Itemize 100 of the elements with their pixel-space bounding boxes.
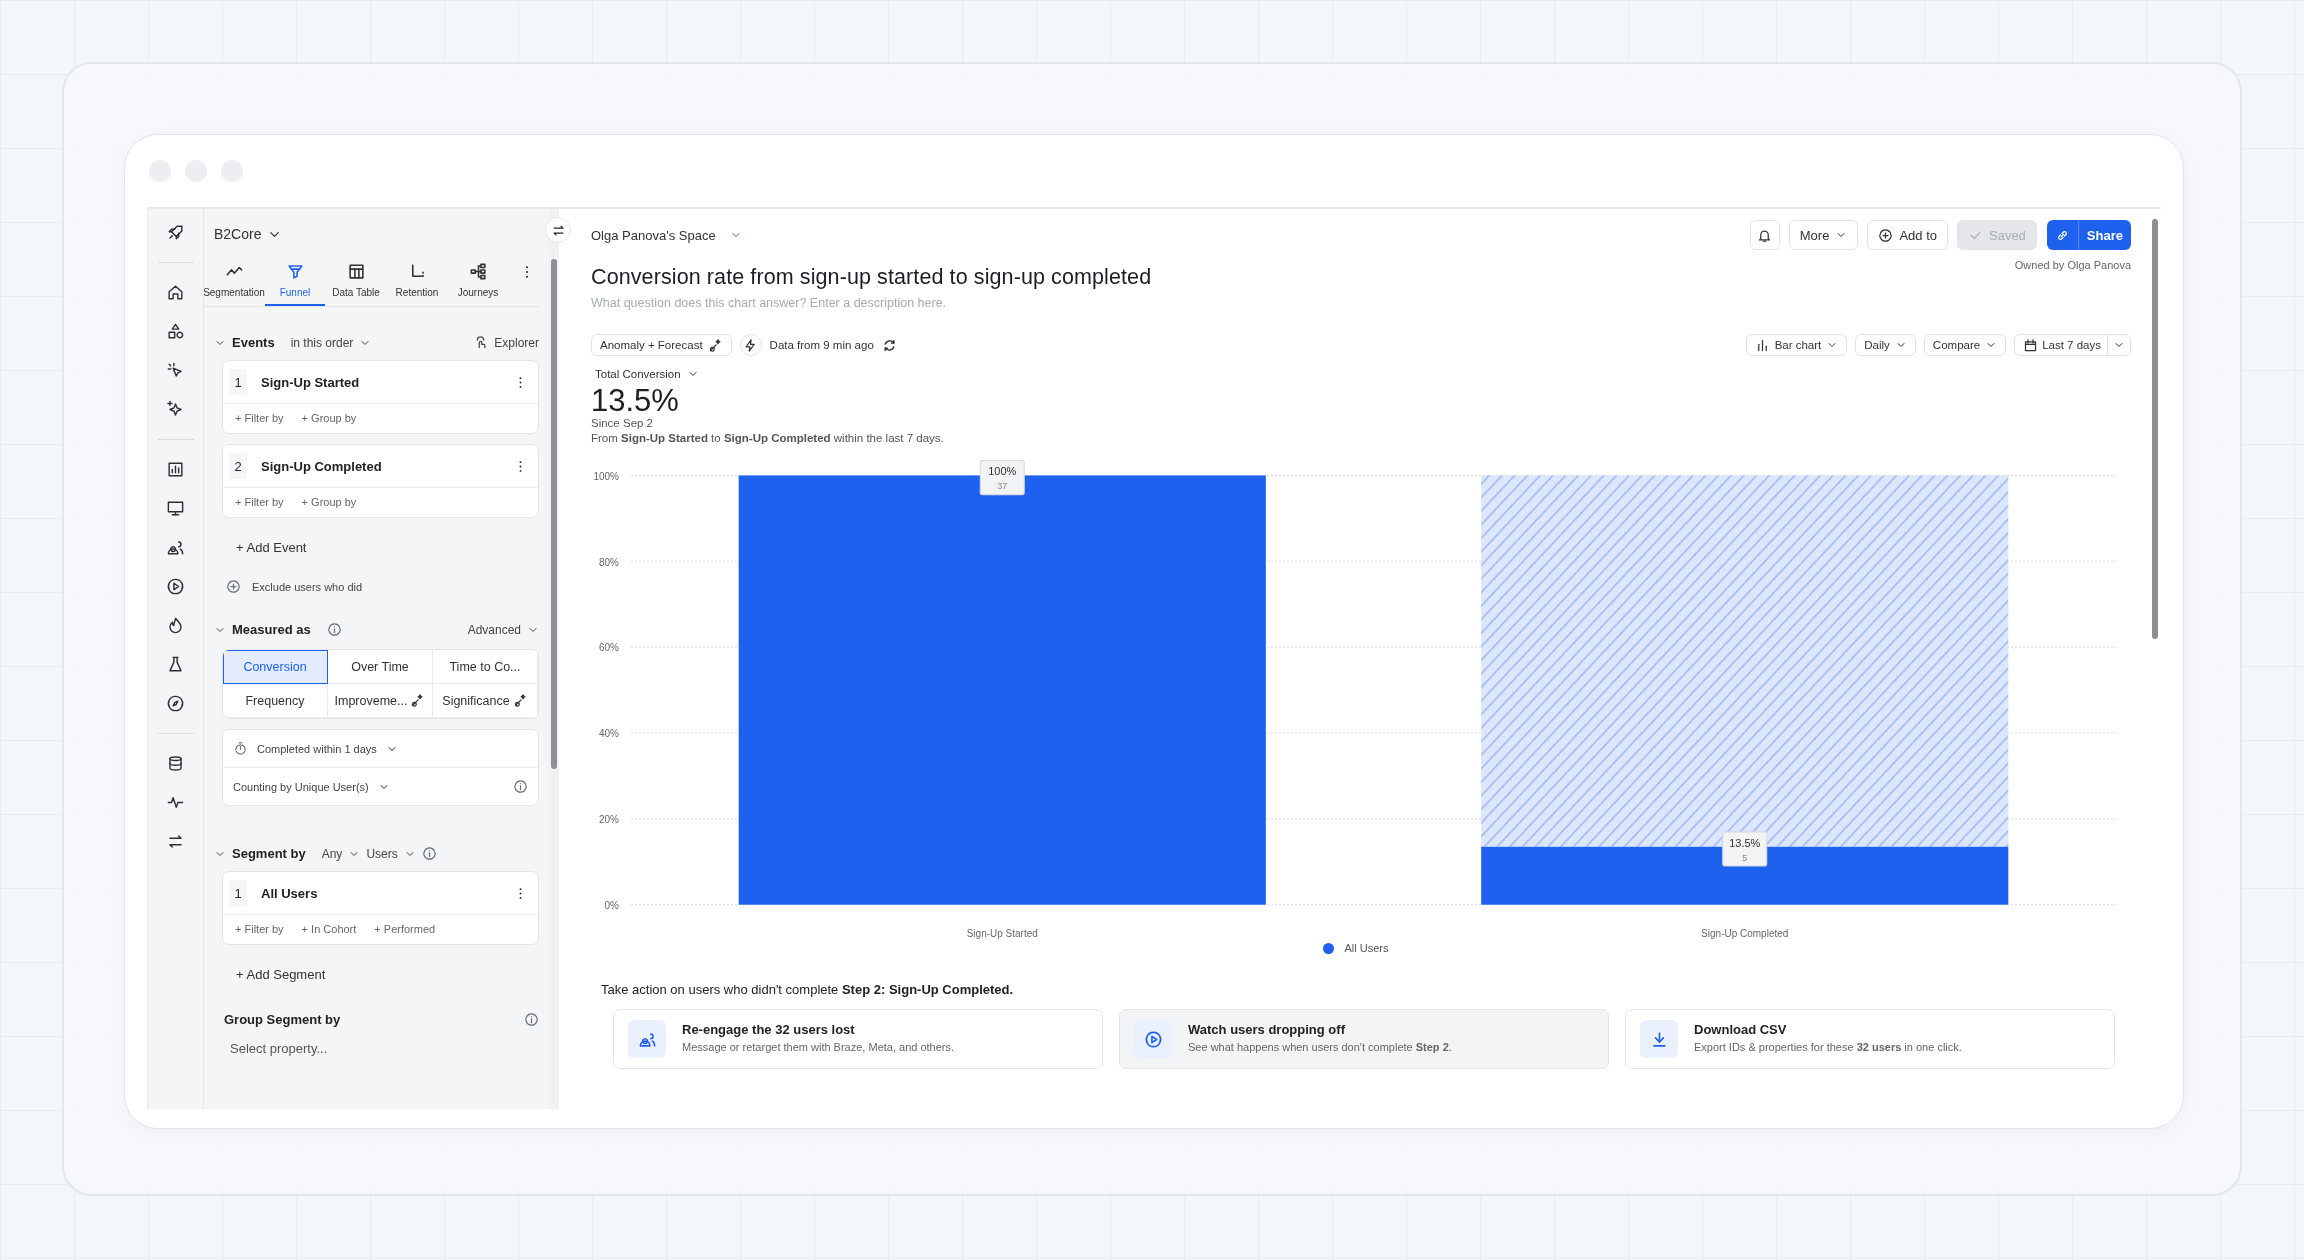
measure-option[interactable]: Frequency bbox=[223, 684, 328, 718]
action-description: Message or retarget them with Braze, Meta, and others. bbox=[682, 1041, 955, 1053]
anomaly-forecast-button[interactable]: Anomaly + Forecast bbox=[591, 334, 732, 356]
play-icon[interactable] bbox=[166, 577, 185, 596]
add-link[interactable]: + In Cohort bbox=[301, 923, 357, 935]
chart-type-dropdown[interactable]: Bar chart bbox=[1745, 334, 1848, 356]
axis-label: 40% bbox=[599, 728, 619, 740]
bar-chart-icon[interactable] bbox=[166, 460, 185, 479]
flask-icon[interactable] bbox=[166, 655, 185, 674]
add-link[interactable]: + Filter by bbox=[235, 496, 284, 508]
chart-title: Conversion rate from sign-up started to sign-up completed bbox=[591, 265, 1152, 290]
bolt-button[interactable] bbox=[739, 334, 762, 356]
section-title: Measured as bbox=[232, 622, 311, 637]
annotation: 37 bbox=[997, 481, 1008, 492]
data-age-text: Data from 9 min ago bbox=[769, 339, 874, 351]
axis-label: 20% bbox=[599, 813, 619, 826]
metric-dropdown[interactable]: Total Conversion bbox=[595, 368, 681, 380]
step-number: 1 bbox=[229, 369, 247, 395]
database-icon[interactable] bbox=[166, 754, 185, 773]
more-button[interactable]: More bbox=[1788, 220, 1859, 250]
chart-type-tab[interactable]: Data Table bbox=[326, 256, 386, 306]
any-dropdown[interactable]: Any bbox=[321, 846, 343, 861]
action-description: Export IDs & properties for these 32 users in one click. bbox=[1694, 1041, 1962, 1053]
home-icon[interactable] bbox=[166, 283, 185, 302]
step-number: 2 bbox=[229, 453, 247, 479]
segment-number: 1 bbox=[229, 880, 247, 906]
compare-dropdown[interactable]: Compare bbox=[1923, 334, 2007, 356]
add-to-button[interactable]: Add to bbox=[1867, 220, 1948, 250]
measure-option[interactable]: Improveme... bbox=[328, 684, 433, 718]
action-card[interactable]: Watch users dropping off See what happens when users don't complete Step 2. bbox=[1119, 1009, 1609, 1069]
bell-icon bbox=[1757, 227, 1773, 243]
chart-type-tab[interactable]: Retention bbox=[387, 256, 447, 306]
wand-icon bbox=[707, 337, 723, 353]
table-icon bbox=[346, 262, 366, 281]
measure-option[interactable]: Conversion bbox=[223, 650, 328, 684]
scrollbar[interactable] bbox=[549, 209, 559, 1109]
space-selector[interactable]: Olga Panova's Space bbox=[591, 227, 716, 243]
add-link[interactable]: + Performed bbox=[374, 923, 436, 935]
users-icon[interactable] bbox=[166, 538, 185, 557]
rocket-icon[interactable] bbox=[166, 223, 185, 242]
info-icon[interactable] bbox=[326, 622, 342, 637]
action-title: Watch users dropping off bbox=[1188, 1022, 1346, 1037]
measure-option[interactable]: Over Time bbox=[328, 650, 433, 684]
sparkle-icon[interactable] bbox=[166, 400, 185, 419]
legend-label[interactable]: All Users bbox=[1344, 942, 1389, 954]
summary-text: From Sign-Up Started to Sign-Up Completed within the last 7 days. bbox=[591, 431, 945, 446]
info-icon[interactable] bbox=[524, 1012, 539, 1027]
counting-dropdown[interactable]: Counting by Unique User(s) bbox=[233, 780, 369, 793]
users-dropdown[interactable]: Users bbox=[366, 846, 398, 861]
action-card[interactable]: Re-engage the 32 users lost Message or retarget them with Braze, Meta, and others. bbox=[613, 1009, 1103, 1069]
axis-label: Sign-Up Started bbox=[966, 927, 1038, 939]
measure-option[interactable]: Time to Co... bbox=[433, 650, 538, 684]
shapes-icon[interactable] bbox=[166, 322, 185, 341]
axis-label: Sign-Up Completed bbox=[1701, 927, 1789, 939]
owner-text: Owned by Olga Panova bbox=[2014, 259, 2131, 271]
timer-icon bbox=[233, 741, 248, 756]
event-name[interactable]: Sign-Up Completed bbox=[261, 458, 513, 474]
conversion-window-dropdown[interactable]: Completed within 1 days bbox=[257, 742, 377, 755]
add-event-link[interactable]: + Add Event bbox=[236, 540, 539, 555]
wand-icon bbox=[410, 693, 426, 708]
bar[interactable] bbox=[1481, 846, 2009, 905]
property-select[interactable]: Select property... bbox=[228, 1037, 512, 1060]
action-prompt: Take action on users who didn't complete Step 2: Sign-Up Completed. bbox=[601, 982, 1015, 997]
add-segment-link[interactable]: + Add Segment bbox=[236, 967, 539, 982]
add-link[interactable]: + Group by bbox=[301, 412, 357, 424]
since-text: Since Sep 2 bbox=[591, 416, 654, 431]
action-card[interactable]: Download CSV Export IDs & properties for these 32 users in one click. bbox=[1625, 1009, 2115, 1069]
order-dropdown[interactable]: in this order bbox=[290, 335, 354, 350]
explorer-link[interactable]: Explorer bbox=[494, 335, 539, 350]
exclude-link[interactable]: Exclude users who did bbox=[252, 580, 363, 593]
chart-type-tab[interactable]: Funnel bbox=[265, 256, 325, 306]
add-link[interactable]: + Group by bbox=[301, 496, 357, 508]
compass-icon[interactable] bbox=[166, 694, 185, 713]
project-selector[interactable]: B2Core bbox=[214, 226, 262, 242]
calendar-icon bbox=[2023, 337, 2039, 353]
axis-label: 60% bbox=[599, 642, 619, 654]
segment-name[interactable]: All Users bbox=[261, 885, 513, 901]
info-icon[interactable] bbox=[513, 779, 528, 794]
chart-type-tab[interactable]: Journeys bbox=[448, 256, 508, 306]
date-range-picker[interactable]: Last 7 days bbox=[2014, 334, 2131, 356]
wand-icon bbox=[512, 693, 528, 708]
event-name[interactable]: Sign-Up Started bbox=[261, 374, 513, 390]
refresh-icon[interactable] bbox=[881, 337, 897, 353]
chart-type-tab[interactable]: Segmentation bbox=[204, 256, 264, 306]
value-label: 100% 37 bbox=[979, 460, 1025, 496]
advanced-dropdown[interactable]: Advanced bbox=[467, 622, 521, 637]
axis-label: 80% bbox=[599, 556, 619, 568]
conversion-value: 13.5% bbox=[591, 386, 680, 416]
info-icon[interactable] bbox=[421, 846, 437, 861]
section-title: Segment by bbox=[232, 846, 306, 861]
interval-dropdown[interactable]: Daily bbox=[1855, 334, 1916, 356]
flame-icon[interactable] bbox=[166, 616, 185, 635]
measure-option[interactable]: Significance bbox=[433, 684, 538, 718]
add-link[interactable]: + Filter by bbox=[235, 412, 284, 424]
axis-label: 0% bbox=[604, 899, 619, 912]
cursor-icon[interactable] bbox=[166, 361, 185, 380]
monitor-icon[interactable] bbox=[166, 499, 185, 518]
add-link[interactable]: + Filter by bbox=[235, 923, 284, 935]
notifications-button[interactable] bbox=[1749, 220, 1780, 250]
annotation: 5 bbox=[1742, 852, 1748, 863]
